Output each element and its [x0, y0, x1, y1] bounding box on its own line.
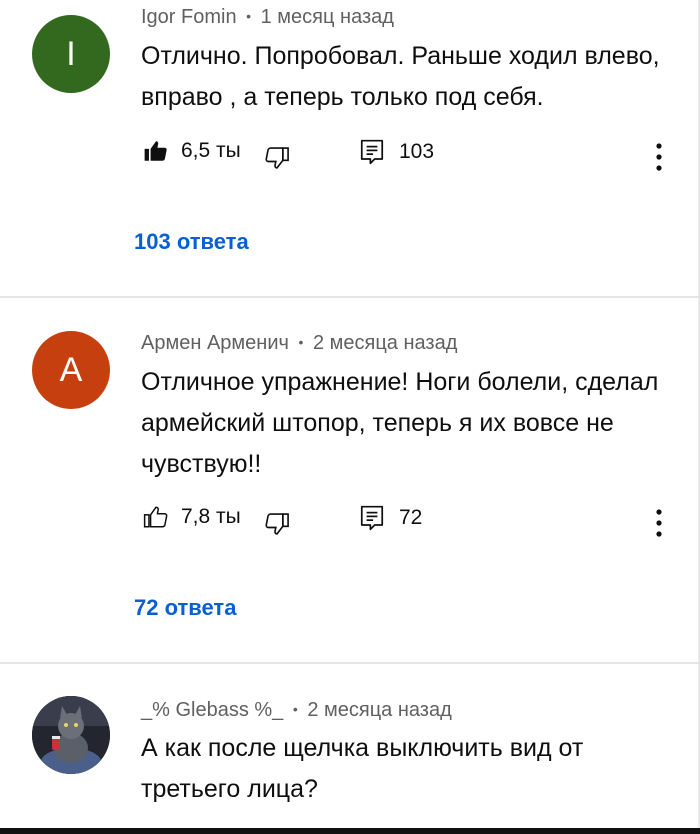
thumbs-up-icon	[143, 506, 168, 528]
like-button[interactable]: 6,5 ты	[143, 138, 241, 164]
more-vert-icon	[656, 509, 662, 537]
comment-1: I Igor Fomin • 1 месяц назад Отлично. По…	[0, 0, 700, 296]
author-name[interactable]: Igor Fomin	[141, 6, 237, 28]
bottom-bar	[0, 828, 700, 834]
reply-button[interactable]: 72	[359, 504, 422, 532]
comment-2: A Армен Арменич • 2 месяца назад Отлично…	[0, 298, 700, 662]
avatar-letter: I	[66, 34, 76, 73]
thumbs-down-icon	[265, 147, 289, 169]
meta-separator: •	[298, 334, 304, 350]
thumbs-up-icon	[144, 141, 167, 161]
meta-separator: •	[292, 701, 298, 717]
view-replies-link[interactable]: 103 ответа	[134, 229, 249, 255]
dislike-button[interactable]	[263, 144, 291, 172]
reply-comment-icon	[360, 505, 384, 531]
like-count: 6,5 ты	[181, 139, 241, 162]
avatar[interactable]: I	[32, 15, 110, 93]
comment-meta: Армен Арменич • 2 месяца назад	[141, 332, 457, 355]
like-button[interactable]: 7,8 ты	[143, 504, 241, 530]
comment-text: А как после щелчка выключить вид от трет…	[141, 734, 584, 803]
thumbs-down-icon	[265, 513, 289, 535]
comment-time[interactable]: 2 месяца назад	[307, 699, 451, 721]
view-replies-link[interactable]: 72 ответа	[134, 595, 236, 621]
comment-text: Отличное упражнение! Ноги болели, сделал…	[141, 368, 659, 478]
comment-actions: 7,8 ты 72	[143, 504, 673, 538]
reply-comment-icon	[360, 139, 384, 165]
reply-count: 72	[399, 506, 423, 529]
dislike-button[interactable]	[263, 510, 291, 538]
reply-count: 103	[399, 140, 435, 163]
cat-avatar-image	[32, 696, 110, 774]
meta-separator: •	[246, 8, 252, 24]
comment-text: Отлично. Попробовал. Раньше ходил влево,…	[141, 42, 660, 111]
comment-menu-button[interactable]	[655, 508, 663, 538]
comment-3: _% Glebass %_ • 2 месяца назад А как пос…	[0, 664, 700, 828]
comment-meta: Igor Fomin • 1 месяц назад	[141, 6, 394, 29]
comment-time[interactable]: 1 месяц назад	[261, 6, 394, 28]
reply-button[interactable]: 103	[359, 138, 434, 166]
author-name[interactable]: _% Glebass %_	[141, 699, 283, 721]
comment-menu-button[interactable]	[655, 142, 663, 172]
like-count: 7,8 ты	[181, 505, 241, 528]
comment-meta: _% Glebass %_ • 2 месяца назад	[141, 699, 452, 722]
author-name[interactable]: Армен Арменич	[141, 332, 289, 354]
more-vert-icon	[656, 143, 662, 171]
avatar[interactable]: A	[32, 331, 110, 409]
avatar[interactable]	[32, 696, 110, 774]
comment-actions: 6,5 ты 103	[143, 138, 673, 172]
avatar-letter: A	[59, 350, 83, 389]
comment-time[interactable]: 2 месяца назад	[313, 332, 457, 354]
